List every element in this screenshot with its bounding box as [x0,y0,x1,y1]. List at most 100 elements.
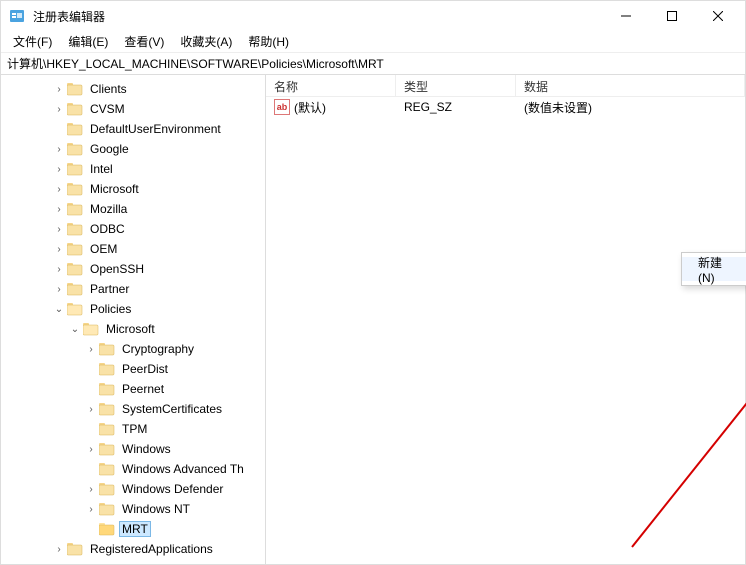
folder-icon [99,402,119,416]
folder-icon [67,282,87,296]
tree-pane[interactable]: › Clients› CVSM DefaultUserEnvironment› … [1,75,266,564]
tree-node[interactable]: PeerDist [1,359,265,379]
tree-node[interactable]: › Intel [1,159,265,179]
menu-bar: 文件(F) 编辑(E) 查看(V) 收藏夹(A) 帮助(H) [1,31,745,53]
tree-twisty-icon[interactable]: › [53,283,65,295]
tree-node[interactable]: TPM [1,419,265,439]
folder-icon [67,102,87,116]
tree-node[interactable]: › Mozilla [1,199,265,219]
tree-twisty-icon[interactable]: › [85,483,97,495]
menu-favorites[interactable]: 收藏夹(A) [172,31,240,52]
tree-twisty-icon[interactable]: › [53,223,65,235]
tree-node[interactable]: › Google [1,139,265,159]
tree-twisty-icon[interactable]: › [53,183,65,195]
tree-twisty-icon[interactable]: › [53,83,65,95]
folder-icon [99,382,119,396]
tree-node-label: RegisteredApplications [87,541,216,557]
tree-node-label: Clients [87,81,130,97]
menu-help[interactable]: 帮助(H) [240,31,297,52]
tree-twisty-icon[interactable]: › [85,503,97,515]
tree-node[interactable]: Peernet [1,379,265,399]
address-bar[interactable]: 计算机\HKEY_LOCAL_MACHINE\SOFTWARE\Policies… [1,53,745,75]
tree-twisty-icon[interactable]: ⌄ [53,303,65,315]
tree-node[interactable]: › Windows [1,439,265,459]
tree-node[interactable]: › Clients [1,79,265,99]
tree-node-label: MRT [119,521,151,537]
tree-node[interactable]: Windows Advanced Th [1,459,265,479]
col-header-data[interactable]: 数据 [516,75,745,96]
tree-twisty-icon[interactable]: › [85,443,97,455]
folder-icon [67,262,87,276]
tree-node-label: OEM [87,241,120,257]
folder-icon [99,442,119,456]
maximize-button[interactable] [649,1,695,31]
submenu-arrow-icon: › [733,264,746,275]
main-split: › Clients› CVSM DefaultUserEnvironment› … [1,75,745,564]
tree-twisty-icon[interactable]: › [53,243,65,255]
address-text: 计算机\HKEY_LOCAL_MACHINE\SOFTWARE\Policies… [7,55,384,72]
tree-twisty-icon[interactable]: › [53,263,65,275]
tree-twisty-icon[interactable]: › [53,143,65,155]
tree-node[interactable]: › SystemCertificates [1,399,265,419]
table-row[interactable]: ab(默认)REG_SZ(数值未设置) [266,97,745,117]
string-value-icon: ab [274,99,290,115]
col-header-name[interactable]: 名称 [266,75,396,96]
close-button[interactable] [695,1,741,31]
tree-twisty-icon[interactable]: › [53,163,65,175]
tree-node[interactable]: ⌄ Policies [1,299,265,319]
folder-icon [99,502,119,516]
tree-node-label: ODBC [87,221,128,237]
tree-twisty-icon[interactable] [85,523,97,535]
tree-node[interactable]: MRT [1,519,265,539]
context-menu-new[interactable]: 新建(N) › [682,257,746,281]
tree-twisty-icon[interactable]: › [53,103,65,115]
context-menu: 新建(N) › [681,252,746,286]
tree-node[interactable]: › Windows NT [1,499,265,519]
value-type: REG_SZ [396,100,516,114]
tree-node[interactable]: › OpenSSH [1,259,265,279]
folder-icon [67,202,87,216]
tree-twisty-icon[interactable]: › [85,343,97,355]
tree-node[interactable]: ⌄ Microsoft [1,319,265,339]
tree-node-label: Microsoft [103,321,158,337]
tree-node-label: Windows [119,441,174,457]
tree-node-label: PeerDist [119,361,171,377]
list-pane: 名称 类型 数据 ab(默认)REG_SZ(数值未设置) 新建(N) › 项(K… [266,75,745,564]
folder-icon [99,362,119,376]
folder-icon [67,82,87,96]
folder-icon [83,322,103,336]
col-header-type[interactable]: 类型 [396,75,516,96]
tree-node[interactable]: › Windows Defender [1,479,265,499]
value-name: (默认) [294,99,326,116]
tree-twisty-icon[interactable]: › [53,543,65,555]
tree-node-label: Mozilla [87,201,130,217]
tree-twisty-icon[interactable] [53,123,65,135]
tree-node[interactable]: › Microsoft [1,179,265,199]
tree-node[interactable]: › CVSM [1,99,265,119]
menu-edit[interactable]: 编辑(E) [60,31,116,52]
menu-file[interactable]: 文件(F) [5,31,60,52]
tree-twisty-icon[interactable] [85,383,97,395]
tree-twisty-icon[interactable] [85,463,97,475]
menu-view[interactable]: 查看(V) [116,31,172,52]
tree-twisty-icon[interactable]: › [53,203,65,215]
folder-icon [99,462,119,476]
title-bar: 注册表编辑器 [1,1,745,31]
list-header: 名称 类型 数据 [266,75,745,97]
tree-node[interactable]: › Cryptography [1,339,265,359]
tree-node[interactable]: › OEM [1,239,265,259]
tree-twisty-icon[interactable]: › [85,403,97,415]
tree-node[interactable]: DefaultUserEnvironment [1,119,265,139]
tree-node[interactable]: › Partner [1,279,265,299]
tree-node[interactable]: › ODBC [1,219,265,239]
tree-twisty-icon[interactable] [85,363,97,375]
minimize-button[interactable] [603,1,649,31]
folder-icon [99,342,119,356]
tree-node[interactable]: › RegisteredApplications [1,539,265,559]
tree-twisty-icon[interactable]: ⌄ [69,323,81,335]
tree-node-label: Windows Advanced Th [119,461,247,477]
list-rows[interactable]: ab(默认)REG_SZ(数值未设置) [266,97,745,564]
regedit-app-icon [9,8,25,24]
tree-node-label: OpenSSH [87,261,147,277]
tree-twisty-icon[interactable] [85,423,97,435]
